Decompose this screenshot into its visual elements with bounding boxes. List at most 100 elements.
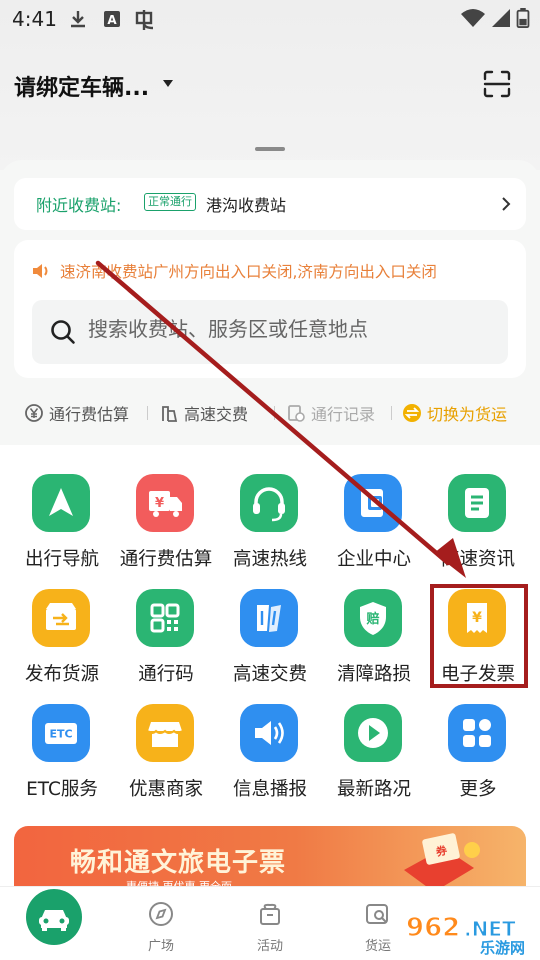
svg-text:¥: ¥ bbox=[155, 496, 164, 511]
nearby-toll-card[interactable]: 附近收费站: 正常通行 港沟收费站 bbox=[14, 178, 526, 230]
quick-pass-record[interactable]: 通行记录 bbox=[286, 398, 375, 428]
divider bbox=[391, 406, 392, 420]
nav-activity-label: 活动 bbox=[256, 939, 283, 954]
compensation-icon: 赔 bbox=[344, 589, 402, 647]
navigation-icon bbox=[32, 474, 90, 532]
quick-pass-record-label: 通行记录 bbox=[311, 405, 376, 424]
grid-item-hotline[interactable]: 高速热线 bbox=[218, 474, 322, 584]
record-icon bbox=[288, 405, 305, 422]
grid-label: 最新路况 bbox=[336, 779, 411, 800]
quick-toll-estimate[interactable]: 通行费估算 bbox=[24, 398, 129, 428]
grid-label: ETC服务 bbox=[26, 779, 98, 800]
switch-to-freight-label: 切换为货运 bbox=[427, 405, 508, 424]
status-time: 4:41 bbox=[12, 7, 57, 31]
grid-item-publish-cargo[interactable]: 发布货源 bbox=[10, 589, 114, 699]
grid-item-road-status[interactable]: 最新路况 bbox=[322, 704, 426, 814]
grid-label: 更多 bbox=[459, 779, 497, 800]
svg-text:A: A bbox=[107, 13, 117, 27]
grid-label: 出行导航 bbox=[24, 549, 99, 570]
grid-label: 通行费估算 bbox=[119, 549, 213, 570]
toll-truck-icon: ¥ bbox=[136, 474, 194, 532]
headset-icon bbox=[240, 474, 298, 532]
chevron-right-icon bbox=[502, 197, 511, 211]
wifi-icon bbox=[461, 9, 485, 27]
grid-item-pass-code[interactable]: 通行码 bbox=[114, 589, 218, 699]
grid-label: 高速资讯 bbox=[440, 549, 515, 570]
broadcast-icon bbox=[240, 704, 298, 762]
nav-freight[interactable]: 货运 bbox=[348, 899, 408, 954]
nav-home[interactable] bbox=[26, 889, 82, 945]
status-bar: 4:41 A bbox=[0, 0, 540, 40]
grid-item-navigation[interactable]: 出行导航 bbox=[10, 474, 114, 584]
highlight-annotation-box bbox=[430, 584, 528, 688]
quick-actions-bar: 通行费估算 高速交费 通行记录 切换为货运 bbox=[14, 398, 526, 428]
truck-search-icon bbox=[366, 904, 388, 924]
grid-item-highway-pay[interactable]: 高速交费 bbox=[218, 589, 322, 699]
quick-highway-pay-label: 高速交费 bbox=[184, 405, 249, 424]
download-icon bbox=[71, 11, 85, 28]
grid-label: 优惠商家 bbox=[128, 779, 203, 800]
divider bbox=[274, 406, 275, 420]
nav-activity[interactable]: 活动 bbox=[240, 899, 300, 954]
yen-circle-icon bbox=[25, 404, 43, 422]
etc-icon: ETC bbox=[32, 704, 90, 762]
grid-label: 信息播报 bbox=[232, 779, 307, 800]
grid-label: 企业中心 bbox=[336, 549, 411, 570]
search-bar[interactable] bbox=[32, 300, 508, 364]
nav-plaza-label: 广场 bbox=[147, 939, 174, 954]
grid-item-toll-estimate[interactable]: ¥ 通行费估算 bbox=[114, 474, 218, 584]
gift-coupon-icon: 券 bbox=[404, 833, 480, 892]
grid-label: 高速热线 bbox=[232, 549, 307, 570]
grid-item-etc[interactable]: ETC ETC服务 bbox=[10, 704, 114, 814]
svg-text:.NET: .NET bbox=[464, 917, 516, 941]
chevron-down-icon[interactable] bbox=[163, 80, 173, 87]
search-input[interactable] bbox=[88, 317, 488, 341]
gift-icon bbox=[260, 903, 280, 925]
switch-to-freight[interactable]: 切换为货运 bbox=[402, 398, 507, 428]
search-icon bbox=[51, 320, 75, 344]
qrcode-icon bbox=[136, 589, 194, 647]
pay-icon bbox=[162, 406, 178, 422]
signal-icon bbox=[492, 9, 510, 27]
divider bbox=[147, 406, 148, 420]
status-badge: 正常通行 bbox=[144, 193, 196, 211]
grid-item-clearance[interactable]: 赔 清障路损 bbox=[322, 589, 426, 699]
grid-label: 发布货源 bbox=[24, 664, 99, 685]
enterprise-icon bbox=[344, 474, 402, 532]
switch-icon bbox=[403, 404, 421, 422]
svg-text:乐游网: 乐游网 bbox=[480, 939, 525, 956]
nearby-toll-label: 附近收费站: bbox=[36, 196, 122, 215]
nav-plaza[interactable]: 广场 bbox=[131, 899, 191, 954]
a-icon: A bbox=[104, 11, 120, 27]
grid-item-more[interactable]: 更多 bbox=[426, 704, 530, 814]
pay-card-icon bbox=[240, 589, 298, 647]
notice-marquee[interactable]: 速济南收费站广州方向出入口关闭,济南方向出入口关闭 bbox=[60, 260, 437, 282]
svg-text:962: 962 bbox=[406, 913, 460, 943]
more-grid-icon bbox=[448, 704, 506, 762]
svg-text:赔: 赔 bbox=[365, 611, 379, 627]
grid-item-discount-shop[interactable]: 优惠商家 bbox=[114, 704, 218, 814]
news-icon bbox=[448, 474, 506, 532]
watermark-logo: 962 .NET 乐游网 bbox=[405, 912, 525, 956]
grid-item-broadcast[interactable]: 信息播报 bbox=[218, 704, 322, 814]
svg-text:ETC: ETC bbox=[49, 728, 72, 741]
toll-station-name: 港沟收费站 bbox=[206, 196, 287, 215]
play-icon bbox=[344, 704, 402, 762]
compass-icon bbox=[149, 902, 173, 926]
banner-title: 畅和通文旅电子票 bbox=[70, 848, 287, 878]
promo-banner[interactable]: 畅和通文旅电子票 惠便捷 更优惠 更全面 券 bbox=[14, 826, 526, 894]
car-icon bbox=[39, 910, 69, 931]
grid-item-news[interactable]: 高速资讯 bbox=[426, 474, 530, 584]
grid-label: 清障路损 bbox=[336, 664, 411, 685]
battery-icon bbox=[516, 8, 530, 28]
shop-icon bbox=[136, 704, 194, 762]
nav-freight-label: 货运 bbox=[364, 939, 391, 954]
cargo-icon bbox=[32, 589, 90, 647]
bug-icon bbox=[135, 10, 154, 30]
vehicle-selector[interactable]: 请绑定车辆... bbox=[14, 70, 149, 102]
scan-icon[interactable] bbox=[483, 70, 511, 98]
quick-highway-pay[interactable]: 高速交费 bbox=[159, 398, 248, 428]
drag-handle[interactable] bbox=[255, 147, 285, 151]
speaker-icon bbox=[33, 264, 48, 278]
grid-item-enterprise[interactable]: 企业中心 bbox=[322, 474, 426, 584]
